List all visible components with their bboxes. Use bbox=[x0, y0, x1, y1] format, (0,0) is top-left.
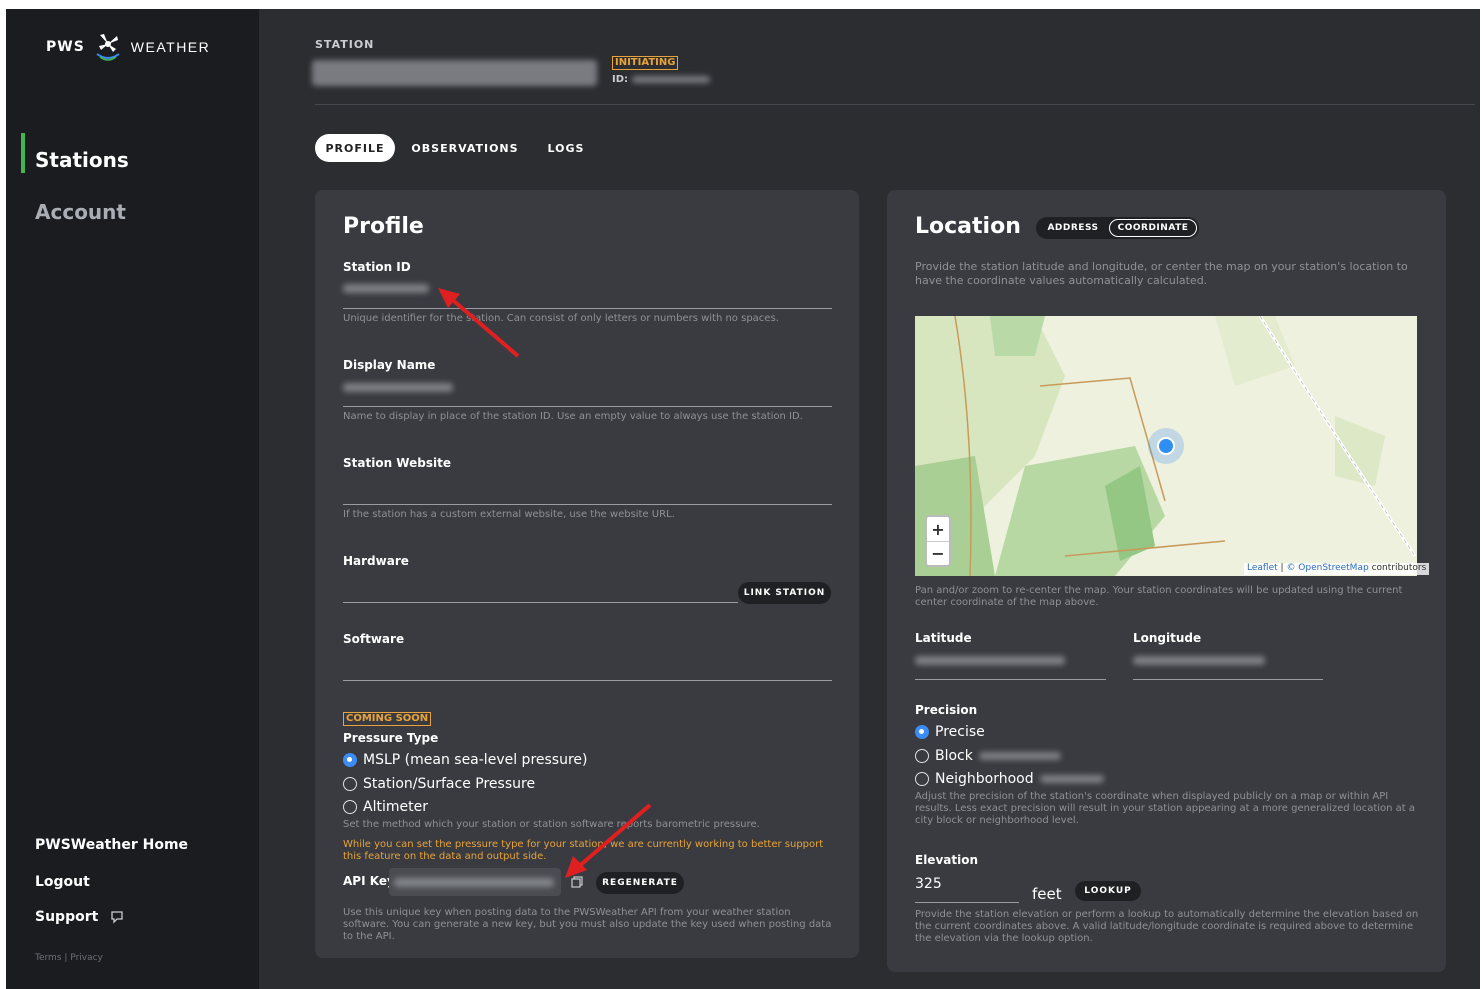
station-id-help: Unique identifier for the station. Can c… bbox=[343, 313, 779, 324]
display-name-input[interactable] bbox=[343, 406, 832, 407]
block-coords-hint bbox=[978, 752, 1061, 760]
station-id-field-label: Station ID bbox=[343, 260, 411, 274]
station-id-input-value[interactable] bbox=[343, 284, 429, 293]
tab-logs[interactable]: LOGS bbox=[540, 134, 592, 162]
precision-option-label: Block bbox=[935, 748, 973, 764]
elevation-label: Elevation bbox=[915, 853, 979, 867]
location-mode-toggle[interactable]: ADDRESS COORDINATE bbox=[1036, 217, 1199, 239]
zoom-in-button[interactable]: + bbox=[927, 517, 949, 541]
toggle-address[interactable]: ADDRESS bbox=[1040, 219, 1106, 237]
station-header-label: STATION bbox=[315, 38, 375, 51]
display-name-label: Display Name bbox=[343, 358, 436, 372]
nav-active-indicator bbox=[21, 133, 25, 173]
pwsweather-home-link[interactable]: PWSWeather Home bbox=[35, 837, 188, 853]
api-key-help: Use this unique key when posting data to… bbox=[343, 907, 832, 942]
brand-pws: PWS bbox=[46, 39, 85, 55]
location-map[interactable] bbox=[915, 316, 1417, 576]
support-link[interactable]: Support bbox=[35, 909, 124, 925]
hardware-label: Hardware bbox=[343, 554, 409, 568]
location-intro: Provide the station latitude and longitu… bbox=[915, 260, 1408, 287]
station-website-label: Station Website bbox=[343, 456, 451, 470]
pressure-option-label: MSLP (mean sea-level pressure) bbox=[363, 752, 588, 768]
map-help: Pan and/or zoom to re-center the map. Yo… bbox=[915, 585, 1403, 608]
precision-label: Precision bbox=[915, 703, 978, 717]
tab-observations[interactable]: OBSERVATIONS bbox=[410, 134, 520, 162]
elevation-input[interactable] bbox=[915, 902, 1019, 903]
pressure-warning: While you can set the pressure type for … bbox=[343, 839, 824, 862]
precision-option-precise[interactable]: Precise bbox=[915, 724, 985, 740]
radio-icon[interactable] bbox=[343, 800, 357, 814]
station-website-help: If the station has a custom external web… bbox=[343, 509, 675, 520]
display-name-help: Name to display in place of the station … bbox=[343, 411, 803, 422]
windmill-icon bbox=[96, 34, 120, 61]
legal-links: Terms | Privacy bbox=[35, 953, 103, 963]
location-title: Location bbox=[915, 214, 1021, 239]
precision-help: Adjust the precision of the station's co… bbox=[915, 791, 1416, 826]
pressure-option-label: Station/Surface Pressure bbox=[363, 776, 536, 792]
display-name-input-value[interactable] bbox=[343, 383, 453, 392]
precision-option-neighborhood[interactable]: Neighborhood bbox=[915, 771, 1104, 787]
latitude-value bbox=[915, 656, 1065, 665]
station-id-label: ID: bbox=[612, 74, 629, 85]
api-key-label: API Key bbox=[343, 874, 395, 888]
status-badge: INITIATING bbox=[612, 56, 679, 70]
elevation-unit: feet bbox=[1032, 885, 1062, 903]
coming-soon-badge: COMING SOON bbox=[343, 712, 432, 726]
precision-option-label: Neighborhood bbox=[935, 771, 1034, 787]
link-station-button[interactable]: LINK STATION bbox=[738, 582, 831, 604]
tab-profile[interactable]: PROFILE bbox=[315, 134, 395, 162]
regenerate-button[interactable]: REGENERATE bbox=[596, 872, 684, 894]
precision-option-block[interactable]: Block bbox=[915, 748, 1061, 764]
radio-icon[interactable] bbox=[915, 772, 929, 786]
longitude-value bbox=[1133, 656, 1265, 665]
osm-link[interactable]: © OpenStreetMap bbox=[1286, 563, 1368, 573]
pressure-option-label: Altimeter bbox=[363, 799, 428, 815]
brand-weather: WEATHER bbox=[130, 39, 211, 55]
pressure-option-mslp[interactable]: MSLP (mean sea-level pressure) bbox=[343, 752, 588, 768]
software-input[interactable] bbox=[343, 680, 832, 681]
latitude-input[interactable] bbox=[915, 679, 1106, 680]
hardware-input[interactable] bbox=[343, 602, 738, 603]
software-label: Software bbox=[343, 632, 405, 646]
station-name-redacted bbox=[312, 60, 597, 86]
pressure-help: Set the method which your station or sta… bbox=[343, 819, 760, 830]
precision-option-label: Precise bbox=[935, 724, 985, 740]
station-website-input[interactable] bbox=[343, 504, 832, 505]
leaflet-link[interactable]: Leaflet bbox=[1247, 563, 1278, 573]
logout-link[interactable]: Logout bbox=[35, 874, 90, 890]
radio-icon[interactable] bbox=[915, 749, 929, 763]
pressure-type-label: Pressure Type bbox=[343, 731, 439, 745]
chat-icon bbox=[111, 911, 123, 924]
latitude-label: Latitude bbox=[915, 631, 972, 645]
radio-selected-icon[interactable] bbox=[343, 753, 357, 767]
sidebar-item-account[interactable]: Account bbox=[35, 200, 126, 224]
api-key-value bbox=[394, 878, 554, 887]
station-id-redacted bbox=[632, 76, 710, 83]
pressure-option-altimeter[interactable]: Altimeter bbox=[343, 799, 428, 815]
map-attribution: Leaflet | © OpenStreetMap contributors bbox=[1244, 563, 1430, 575]
radio-selected-icon[interactable] bbox=[915, 725, 929, 739]
support-label: Support bbox=[35, 909, 99, 925]
map-tiles bbox=[915, 316, 1417, 576]
lookup-button[interactable]: LOOKUP bbox=[1075, 881, 1141, 901]
toggle-coordinate[interactable]: COORDINATE bbox=[1109, 219, 1197, 237]
terms-link[interactable]: Terms bbox=[35, 953, 62, 963]
zoom-out-button[interactable]: − bbox=[927, 541, 949, 565]
profile-title: Profile bbox=[343, 214, 424, 239]
neighborhood-coords-hint bbox=[1039, 775, 1104, 783]
pressure-option-station[interactable]: Station/Surface Pressure bbox=[343, 776, 535, 792]
radio-icon[interactable] bbox=[343, 777, 357, 791]
brand-logo[interactable]: PWS WEATHER bbox=[46, 30, 210, 64]
header-divider bbox=[315, 104, 1475, 105]
copy-icon[interactable] bbox=[571, 876, 583, 888]
privacy-link[interactable]: Privacy bbox=[70, 953, 103, 963]
station-id-input[interactable] bbox=[343, 308, 832, 309]
longitude-label: Longitude bbox=[1133, 631, 1202, 645]
elevation-value[interactable]: 325 bbox=[915, 876, 942, 892]
map-zoom-control: + − bbox=[925, 515, 951, 567]
elevation-help: Provide the station elevation or perform… bbox=[915, 909, 1419, 944]
sidebar-item-stations[interactable]: Stations bbox=[35, 148, 129, 172]
attrib-suffix: contributors bbox=[1371, 563, 1427, 573]
longitude-input[interactable] bbox=[1133, 679, 1323, 680]
